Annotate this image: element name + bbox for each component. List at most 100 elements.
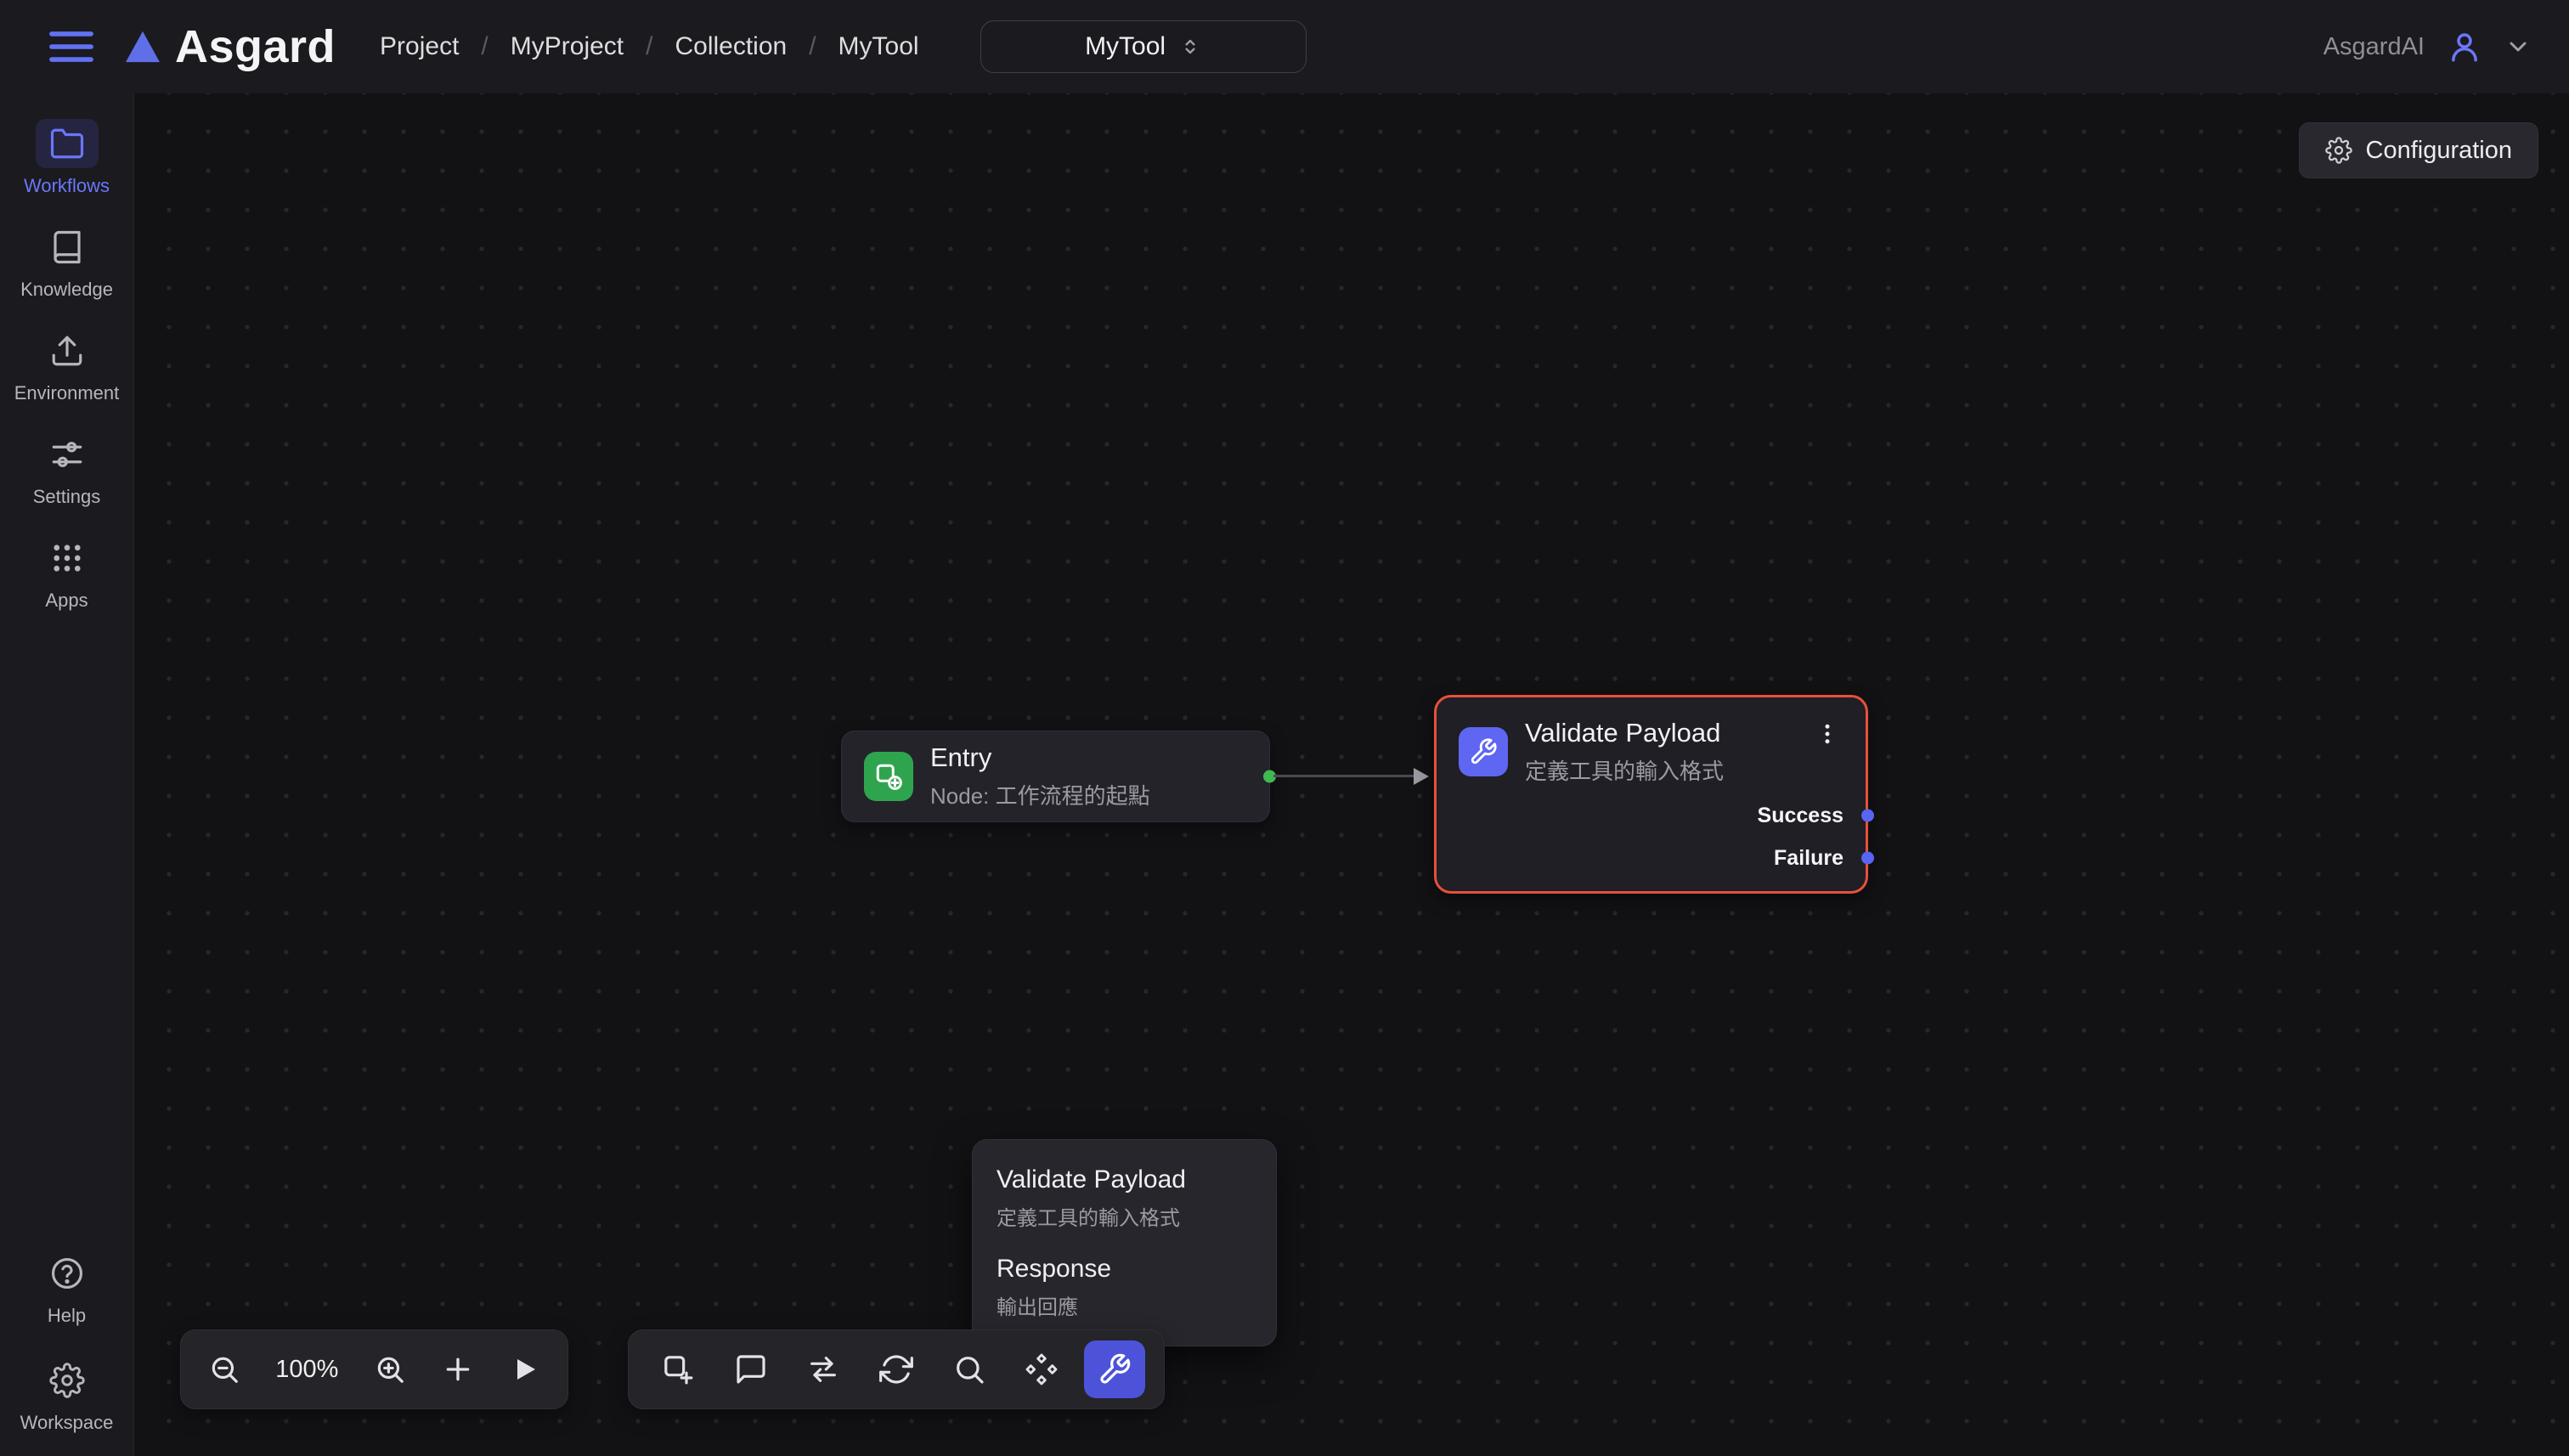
configuration-button[interactable]: Configuration: [2299, 122, 2539, 178]
node-subtitle: 定義工具的輸入格式: [1525, 754, 1724, 786]
sidebar-item-label: Workspace: [20, 1412, 114, 1434]
edge-arrowhead-icon: [1414, 768, 1429, 785]
header-right: AsgardAI: [2323, 29, 2532, 65]
node-title: Entry: [930, 742, 1150, 773]
sidebar-item-label: Settings: [33, 486, 101, 508]
wrench-icon: [1098, 1352, 1132, 1386]
menu-button[interactable]: [41, 21, 102, 72]
output-row-success: Success: [1437, 796, 1866, 835]
wrench-icon: [1469, 737, 1498, 766]
output-label-success: Success: [1758, 804, 1843, 828]
chevron-up-down-icon: [1179, 36, 1201, 58]
sliders-icon: [36, 430, 99, 479]
sidebar-item-workflows[interactable]: Workflows: [0, 119, 133, 197]
help-circle-icon: [36, 1249, 99, 1298]
node-menu-button[interactable]: [1811, 718, 1843, 750]
zoom-out-button[interactable]: [208, 1353, 240, 1385]
breadcrumb-separator: /: [481, 32, 488, 61]
node-outputs: Success Failure: [1437, 796, 1866, 878]
breadcrumb-separator: /: [646, 32, 652, 61]
components-button[interactable]: [1012, 1340, 1073, 1398]
palette-item-response[interactable]: Response 輸出回應: [973, 1243, 1276, 1332]
entry-node-text: Entry Node: 工作流程的起點: [930, 742, 1150, 810]
palette-item-validate-payload[interactable]: Validate Payload 定義工具的輸入格式: [973, 1154, 1276, 1243]
breadcrumb-item-myproject[interactable]: MyProject: [511, 32, 624, 61]
logo-triangle-icon: [124, 30, 161, 64]
breadcrumb-item-mytool[interactable]: MyTool: [838, 32, 919, 61]
zoom-in-icon: [374, 1353, 406, 1385]
zoom-out-icon: [208, 1353, 240, 1385]
palette-item-title: Validate Payload: [997, 1165, 1252, 1194]
breadcrumb-item-collection[interactable]: Collection: [675, 32, 787, 61]
grid-icon: [36, 533, 99, 583]
folder-icon: [36, 119, 99, 168]
comment-button[interactable]: [720, 1340, 782, 1398]
header: Asgard Project / MyProject / Collection …: [0, 0, 2569, 93]
validate-node-icon: [1459, 727, 1508, 776]
palette-item-subtitle: 定義工具的輸入格式: [997, 1201, 1252, 1231]
failure-output-handle[interactable]: [1861, 852, 1874, 865]
add-node-button[interactable]: [647, 1340, 709, 1398]
edge-entry-to-validate[interactable]: [1273, 775, 1416, 777]
tools-toolbar: [628, 1329, 1165, 1409]
node-entry[interactable]: Entry Node: 工作流程的起點: [841, 731, 1270, 822]
tool-selector-value: MyTool: [1085, 32, 1166, 61]
add-button[interactable]: [441, 1352, 475, 1386]
sidebar-item-knowledge[interactable]: Knowledge: [0, 223, 133, 301]
gear-icon: [2325, 137, 2352, 164]
app-name: Asgard: [175, 20, 336, 73]
node-validate-payload[interactable]: Validate Payload 定義工具的輸入格式 Success Failu…: [1434, 695, 1868, 894]
palette-item-title: Response: [997, 1255, 1252, 1284]
sidebar-item-apps[interactable]: Apps: [0, 533, 133, 612]
auto-layout-button[interactable]: [866, 1340, 927, 1398]
book-icon: [36, 223, 99, 272]
gear-icon: [36, 1356, 99, 1405]
sidebar-item-label: Help: [48, 1305, 86, 1327]
success-output-handle[interactable]: [1861, 810, 1874, 822]
sidebar-item-label: Knowledge: [20, 279, 113, 301]
run-button[interactable]: [510, 1354, 540, 1385]
box-plus-icon: [873, 761, 904, 792]
swap-connections-button[interactable]: [793, 1340, 854, 1398]
node-title: Validate Payload: [1525, 718, 1724, 748]
sidebar-item-help[interactable]: Help: [0, 1249, 133, 1327]
palette-item-subtitle: 輸出回應: [997, 1290, 1252, 1320]
sidebar: Workflows Knowledge Environment Settings: [0, 93, 134, 1456]
sidebar-item-workspace[interactable]: Workspace: [0, 1356, 133, 1434]
search-icon: [952, 1352, 986, 1386]
refresh-icon: [879, 1352, 913, 1386]
sidebar-item-label: Workflows: [24, 175, 110, 197]
breadcrumb-separator: /: [809, 32, 816, 61]
upload-icon: [36, 326, 99, 375]
tool-selector[interactable]: MyTool: [980, 20, 1307, 73]
zoom-in-button[interactable]: [374, 1353, 406, 1385]
user-name: AsgardAI: [2323, 33, 2425, 61]
sidebar-bottom: Help Workspace: [0, 1249, 133, 1434]
hamburger-icon: [48, 28, 95, 65]
sidebar-item-label: Apps: [45, 590, 88, 612]
sidebar-item-settings[interactable]: Settings: [0, 430, 133, 508]
zoom-toolbar: 100%: [180, 1329, 568, 1409]
chevron-down-icon[interactable]: [2504, 33, 2532, 60]
validate-node-head: Validate Payload 定義工具的輸入格式: [1437, 718, 1866, 786]
comment-icon: [734, 1352, 768, 1386]
workflow-canvas[interactable]: Configuration Entry Node: 工作流程的起點: [134, 93, 2569, 1456]
user-icon[interactable]: [2447, 29, 2482, 65]
breadcrumb: Project / MyProject / Collection / MyToo…: [380, 32, 919, 61]
app-logo: Asgard: [124, 20, 336, 73]
sidebar-item-label: Environment: [14, 382, 120, 404]
tools-button[interactable]: [1084, 1340, 1145, 1398]
search-button[interactable]: [939, 1340, 1000, 1398]
output-row-failure: Failure: [1437, 838, 1866, 878]
breadcrumb-item-project[interactable]: Project: [380, 32, 459, 61]
sidebar-item-environment[interactable]: Environment: [0, 326, 133, 404]
plus-icon: [441, 1352, 475, 1386]
entry-node-icon: [864, 752, 913, 801]
output-label-failure: Failure: [1774, 846, 1843, 871]
app-root: Asgard Project / MyProject / Collection …: [0, 0, 2569, 1456]
node-palette-popup: Validate Payload 定義工具的輸入格式 Response 輸出回應: [972, 1139, 1277, 1346]
configuration-label: Configuration: [2366, 137, 2513, 165]
validate-node-text: Validate Payload 定義工具的輸入格式: [1525, 718, 1724, 786]
swap-horizontal-icon: [806, 1352, 840, 1386]
diamond-dots-icon: [1025, 1352, 1059, 1386]
